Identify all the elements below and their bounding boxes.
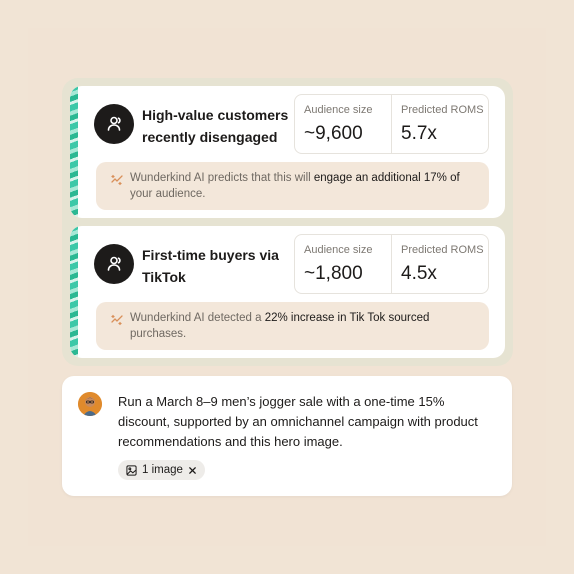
segment-title: High-value customers recently disengaged: [142, 107, 289, 145]
stat-label: Predicted ROMS: [401, 244, 484, 256]
users-icon: [94, 244, 134, 284]
ai-insight-emphasis: engage an additional 17% of: [313, 172, 460, 184]
accent-stripe: [70, 226, 78, 358]
sparkle-icon: [111, 314, 123, 326]
stat-value: 5.7x: [401, 123, 437, 144]
stat-label: Audience size: [304, 104, 373, 116]
stat-value: ~9,600: [304, 123, 363, 144]
close-icon[interactable]: [188, 466, 197, 475]
ai-insight-suffix: purchases.: [130, 328, 187, 340]
segment-card[interactable]: First-time buyers via TikTok Audience si…: [70, 226, 505, 358]
ai-insight-text: Wunderkind AI predicts that this will en…: [130, 170, 480, 202]
audience-size-stat: Audience size ~1,800: [294, 234, 392, 294]
segment-card[interactable]: High-value customers recently disengaged…: [70, 86, 505, 218]
stat-label: Audience size: [304, 244, 373, 256]
stat-label: Predicted ROMS: [401, 104, 484, 116]
image-icon: [126, 464, 137, 476]
ai-insight: Wunderkind AI detected a 22% increase in…: [96, 302, 489, 350]
ai-insight-suffix: your audience.: [130, 188, 206, 200]
sparkle-icon: [111, 174, 123, 186]
stat-value: ~1,800: [304, 263, 363, 284]
attachment-chip[interactable]: 1 image: [118, 460, 205, 480]
stat-value: 4.5x: [401, 263, 437, 284]
predicted-roms-stat: Predicted ROMS 4.5x: [391, 234, 489, 294]
avatar: [78, 392, 102, 416]
ai-insight-prefix: Wunderkind AI predicts that this will: [130, 172, 314, 184]
attachment-label: 1 image: [142, 464, 183, 476]
predicted-roms-stat: Predicted ROMS 5.7x: [391, 94, 489, 154]
ai-insight-emphasis: 22% increase in Tik Tok sourced: [264, 312, 430, 324]
ai-insight-prefix: Wunderkind AI detected a: [130, 312, 265, 324]
ai-insight: Wunderkind AI predicts that this will en…: [96, 162, 489, 210]
prompt-text: Run a March 8–9 men’s jogger sale with a…: [118, 394, 478, 449]
prompt-card: Run a March 8–9 men’s jogger sale with a…: [62, 376, 512, 496]
segment-title: First-time buyers via TikTok: [142, 247, 279, 285]
accent-stripe: [70, 86, 78, 218]
users-icon: [94, 104, 134, 144]
ai-insight-text: Wunderkind AI detected a 22% increase in…: [130, 310, 480, 342]
audience-size-stat: Audience size ~9,600: [294, 94, 392, 154]
